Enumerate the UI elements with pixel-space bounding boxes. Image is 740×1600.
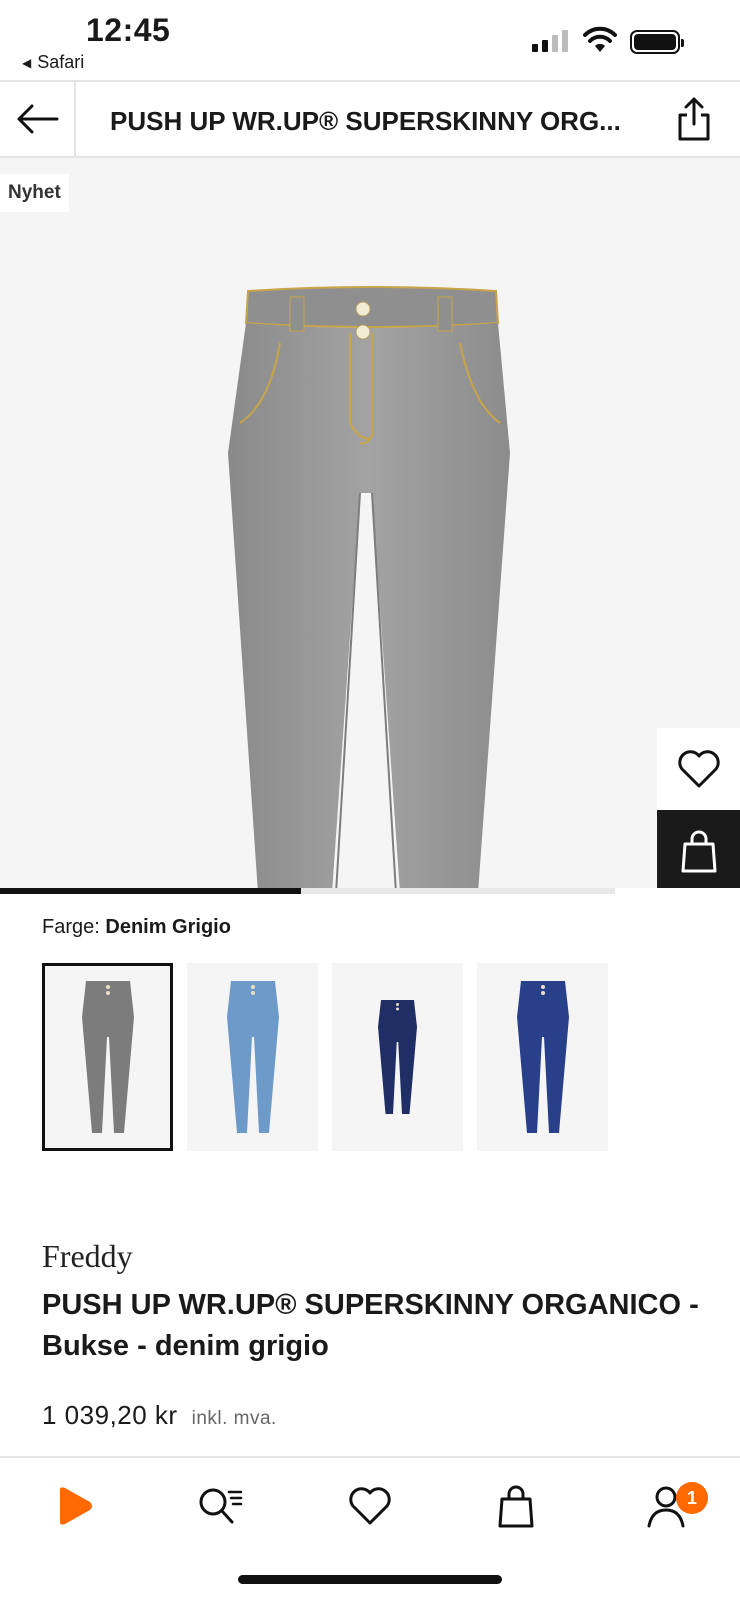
tab-home[interactable] <box>44 1476 104 1536</box>
share-icon[interactable] <box>674 96 714 142</box>
product-header: PUSH UP WR.UP® SUPERSKINNY ORG... <box>0 80 740 158</box>
account-notification-badge: 1 <box>676 1482 708 1514</box>
heart-icon <box>677 750 720 788</box>
status-time: 12:45 <box>86 12 171 48</box>
product-image-gallery[interactable]: Nyhet <box>0 158 740 888</box>
add-to-bag-button[interactable] <box>657 810 740 888</box>
battery-icon <box>630 30 684 54</box>
color-label-row: Farge: Denim Grigio <box>42 916 231 939</box>
color-label: Farge: <box>42 916 100 938</box>
status-bar: 12:45 ◀ Safari <box>0 0 740 80</box>
back-button[interactable] <box>0 82 76 156</box>
home-indicator <box>238 1575 502 1584</box>
product-price: 1 039,20 kr <box>42 1400 178 1430</box>
tab-wishlist[interactable] <box>340 1476 400 1536</box>
add-to-wishlist-button[interactable] <box>657 728 740 810</box>
play-logo-icon <box>60 1487 92 1525</box>
variant-image <box>378 1000 417 1114</box>
bag-icon <box>681 830 716 873</box>
new-badge: Nyhet <box>0 174 69 212</box>
variant-image <box>516 981 569 1133</box>
heart-icon <box>349 1487 391 1525</box>
variant-image <box>81 981 134 1133</box>
color-variant-thumbnail[interactable] <box>42 963 173 1151</box>
arrow-left-icon <box>17 104 59 134</box>
left-triangle-icon: ◀ <box>22 55 32 70</box>
color-variant-list <box>42 963 608 1151</box>
gallery-progress-fill <box>0 888 302 894</box>
tab-search[interactable] <box>190 1476 250 1536</box>
bag-icon <box>498 1485 534 1528</box>
gallery-progress-bar <box>0 888 615 894</box>
vat-note: inkl. mva. <box>191 1408 277 1429</box>
product-name: PUSH UP WR.UP® SUPERSKINNY ORGANICO - Bu… <box>42 1289 699 1362</box>
color-variant-thumbnail[interactable] <box>477 963 608 1151</box>
color-value: Denim Grigio <box>105 916 231 938</box>
tab-bag[interactable] <box>486 1476 546 1536</box>
cellular-signal-icon <box>532 30 568 52</box>
price-row: 1 039,20 kr inkl. mva. <box>42 1400 277 1431</box>
variant-image <box>226 981 279 1133</box>
header-title: PUSH UP WR.UP® SUPERSKINNY ORG... <box>110 106 621 136</box>
search-icon <box>199 1488 243 1524</box>
back-app-label: Safari <box>37 52 85 72</box>
color-variant-thumbnail[interactable] <box>332 963 463 1151</box>
brand-name[interactable]: Freddy <box>42 1238 133 1275</box>
product-image <box>228 286 510 888</box>
wifi-icon <box>583 26 617 52</box>
back-to-app-link[interactable]: ◀ Safari <box>22 52 84 73</box>
color-variant-thumbnail[interactable] <box>187 963 318 1151</box>
